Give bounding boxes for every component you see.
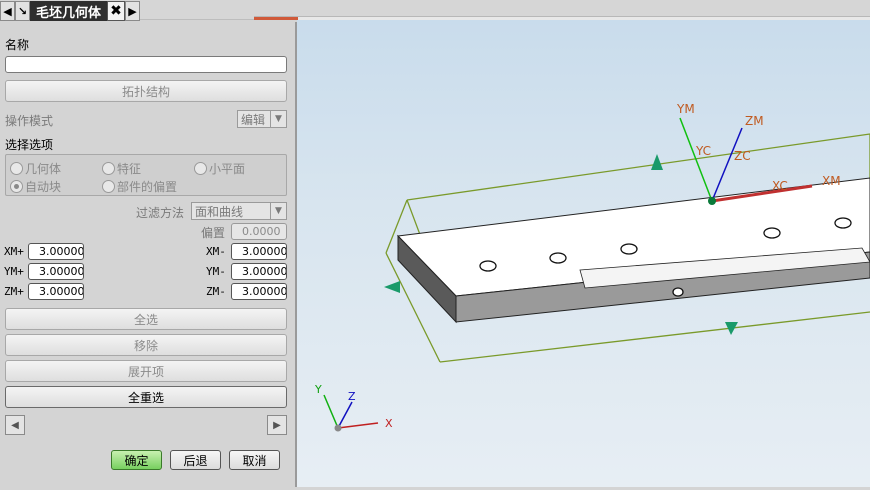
model-scene: YM ZM YC ZC XC XM Y Z X [314,102,870,432]
triad-label-x: X [385,417,393,430]
op-mode-select[interactable]: 编辑 ▼ [237,110,287,128]
offset-label: 偏置 [201,226,226,240]
radio-circle-icon [10,162,23,175]
dialog-title: 毛坯几何体 [30,1,108,21]
name-input[interactable] [5,56,287,73]
triad-label-y: Y [314,383,322,396]
scroll-right-icon[interactable]: ▶ [267,415,287,435]
drag-handle-icon [651,154,663,170]
axis-label-xc: XC [772,179,788,193]
filter-select[interactable]: 面和曲线 ▼ [191,202,287,220]
name-label: 名称 [5,38,30,52]
xm-plus-label: XM+ [4,245,24,258]
xm-plus-input[interactable]: 3.00000 [28,243,84,260]
scroll-left-icon[interactable]: ◀ [5,415,25,435]
ym-plus-input[interactable]: 3.00000 [28,263,84,280]
scroll-left-icon[interactable]: ◀ [0,1,15,21]
back-button[interactable]: 后退 [170,450,221,470]
axis-label-ym: YM [676,102,695,116]
axis-label-xm: XM [822,174,841,188]
radio-part-offset-label: 部件的偏置 [117,180,178,194]
ym-plus-label: YM+ [4,265,24,278]
active-tab-indicator [254,17,298,20]
zm-minus-input[interactable]: 3.00000 [231,283,287,300]
radio-circle-icon [194,162,207,175]
xm-minus-input[interactable]: 3.00000 [231,243,287,260]
close-icon[interactable]: ✖ [107,1,126,21]
radio-auto-block[interactable]: 自动块 [10,178,61,195]
op-mode-label: 操作模式 [5,114,54,128]
radio-selected-icon [10,180,23,193]
blank-geometry-dialog: 名称 拓扑结构 操作模式 编辑 ▼ 选择选项 几何体 特征 小平面 自动块 部件… [0,22,297,487]
radio-circle-icon [102,162,115,175]
axis-label-yc: YC [695,144,711,158]
select-options-group: 几何体 特征 小平面 自动块 部件的偏置 [5,154,287,196]
part-body [396,177,870,324]
graphics-viewport[interactable]: YM ZM YC ZC XC XM Y Z X [297,20,870,487]
radio-geometry[interactable]: 几何体 [10,160,61,177]
ok-button[interactable]: 确定 [111,450,162,470]
filter-value: 面和曲线 [195,204,244,219]
zm-plus-input[interactable]: 3.00000 [28,283,84,300]
axis-label-zc: ZC [734,149,751,163]
radio-geometry-label: 几何体 [25,162,62,176]
op-mode-value: 编辑 [241,112,266,127]
pin-icon[interactable]: ↘ [15,1,30,21]
dialog-tab-bar: ◀ ↘ 毛坯几何体 ✖ ▶ [0,0,141,22]
reselect-all-button[interactable]: 全重选 [5,386,287,408]
offset-input[interactable]: 0.0000 [231,223,287,240]
radio-auto-block-label: 自动块 [25,180,62,194]
select-all-button[interactable]: 全选 [5,308,287,330]
radio-facet[interactable]: 小平面 [194,160,245,177]
ym-minus-label: YM- [206,265,226,278]
zm-minus-label: ZM- [206,285,226,298]
chevron-down-icon: ▼ [270,203,286,219]
radio-facet-label: 小平面 [209,162,246,176]
radio-circle-icon [102,180,115,193]
radio-feature[interactable]: 特征 [102,160,141,177]
select-options-label: 选择选项 [5,138,54,152]
zm-plus-label: ZM+ [4,285,24,298]
topology-button[interactable]: 拓扑结构 [5,80,287,102]
radio-feature-label: 特征 [117,162,142,176]
xm-minus-label: XM- [206,245,226,258]
radio-part-offset[interactable]: 部件的偏置 [102,178,177,195]
drag-handle-icon [384,281,400,293]
cancel-button[interactable]: 取消 [229,450,280,470]
triad-label-z: Z [348,390,356,403]
chevron-down-icon: ▼ [270,111,286,127]
remove-button[interactable]: 移除 [5,334,287,356]
scroll-right-icon[interactable]: ▶ [125,1,141,21]
axis-label-zm: ZM [745,114,764,128]
expand-button[interactable]: 展开项 [5,360,287,382]
ym-minus-input[interactable]: 3.00000 [231,263,287,280]
filter-label: 过滤方法 [136,206,185,220]
